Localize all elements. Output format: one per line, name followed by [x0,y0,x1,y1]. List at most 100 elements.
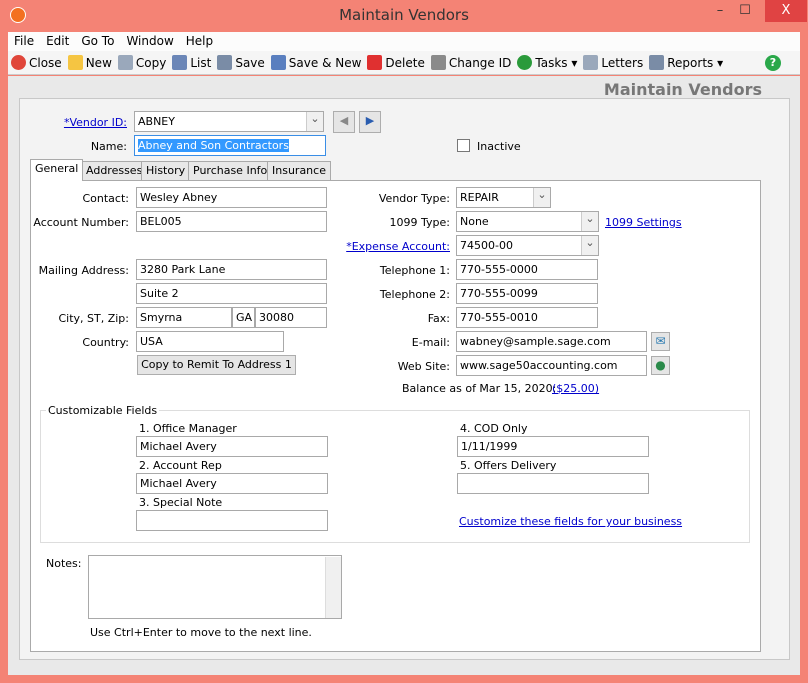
copy-button[interactable]: Copy [117,55,166,70]
custom-field4-label: 4. COD Only [460,422,528,435]
list-button[interactable]: List [172,55,211,70]
custom-field4-input[interactable]: 1/11/1999 [457,436,649,457]
notes-hint: Use Ctrl+Enter to move to the next line. [90,626,312,639]
reports-button[interactable]: Reports ▾ [649,55,723,70]
tab-addresses[interactable]: Addresses [81,161,148,180]
reports-icon [649,55,665,70]
name-value: Abney and Son Contractors [138,139,289,152]
account-number-field[interactable]: BEL005 [136,211,327,232]
menu-bar: File Edit Go To Window Help [8,32,800,51]
toolbar-label: Reports ▾ [667,55,724,70]
expense-account-field[interactable]: 74500-00 [456,235,599,256]
inactive-checkbox[interactable] [457,139,470,152]
tab-history[interactable]: History [141,161,191,180]
change-id-button[interactable]: Change ID [430,55,512,70]
vendor-type-field[interactable]: REPAIR [456,187,551,208]
toolbar-label: Close [29,55,62,70]
1099-type-field[interactable]: None [456,211,599,232]
page-heading: Maintain Vendors [603,80,762,99]
custom-field1-input[interactable]: Michael Avery [136,436,328,457]
account-number-label: Account Number: [33,216,129,229]
custom-field2-label: 2. Account Rep [139,459,222,472]
notes-field[interactable] [88,555,342,619]
email-label: E-mail: [411,336,450,349]
send-email-icon[interactable]: ✉ [651,332,670,351]
fax-field[interactable]: 770-555-0010 [456,307,598,328]
app-icon[interactable] [10,7,26,23]
custom-field3-input[interactable] [136,510,328,531]
telephone1-field[interactable]: 770-555-0000 [456,259,598,280]
tab-purchase-info[interactable]: Purchase Info [188,161,273,180]
custom-field1-label: 1. Office Manager [139,422,237,435]
website-label: Web Site: [397,360,450,373]
menu-edit[interactable]: Edit [46,32,69,51]
vendor-type-value: REPAIR [460,191,499,204]
1099-type-value: None [460,215,489,228]
name-label: Name: [90,140,127,153]
toolbar-label: Tasks ▾ [535,55,578,70]
contact-field[interactable]: Wesley Abney [136,187,327,208]
fax-label: Fax: [427,312,450,325]
vendor-id-field[interactable]: ABNEY [134,111,324,132]
title-bar: Maintain Vendors [0,0,808,32]
menu-help[interactable]: Help [186,32,213,51]
menu-window[interactable]: Window [126,32,173,51]
country-field[interactable]: USA [136,331,284,352]
delete-button[interactable]: Delete [367,55,425,70]
close-window-button[interactable]: X [765,0,807,22]
next-vendor-button[interactable]: ▶ [359,111,381,133]
customize-fields-link[interactable]: Customize these fields for your business [459,515,682,528]
save-button[interactable]: Save [217,55,265,70]
city-st-zip-label: City, ST, Zip: [58,312,129,325]
balance-label: Balance as of Mar 15, 2020: [402,382,557,395]
vendor-type-label: Vendor Type: [378,192,450,205]
state-field[interactable]: GA [232,307,255,328]
email-field[interactable]: wabney@sample.sage.com [456,331,647,352]
delete-icon [367,55,383,70]
customizable-fields-title: Customizable Fields [46,404,160,417]
maximize-button[interactable]: ☐ [730,0,760,22]
city-field[interactable]: Smyrna [136,307,232,328]
copy-to-remit-button[interactable]: Copy to Remit To Address 1 [137,355,296,375]
list-icon [172,55,188,70]
name-field[interactable]: Abney and Son Contractors [134,135,326,156]
mailing-address-label: Mailing Address: [38,264,129,277]
zip-field[interactable]: 30080 [255,307,327,328]
tasks-icon [517,55,533,70]
window-title: Maintain Vendors [339,6,469,24]
close-button[interactable]: Close [11,55,62,70]
address-line2-field[interactable]: Suite 2 [136,283,327,304]
help-icon[interactable]: ? [765,55,781,71]
save-new-button[interactable]: Save & New [270,55,362,70]
tasks-button[interactable]: Tasks ▾ [517,55,577,70]
custom-field5-input[interactable] [457,473,649,494]
save-icon [217,55,233,70]
notes-scrollbar[interactable] [325,557,341,618]
tab-general[interactable]: General [30,159,84,181]
1099-settings-link[interactable]: 1099 Settings [605,216,682,229]
website-field[interactable]: www.sage50accounting.com [456,355,647,376]
menu-go-to[interactable]: Go To [81,32,114,51]
new-button[interactable]: New [67,55,112,70]
menu-file[interactable]: File [14,32,34,51]
custom-field2-input[interactable]: Michael Avery [136,473,328,494]
letters-icon [583,55,599,70]
save-new-icon [270,55,286,70]
toolbar-label: Save [235,55,265,70]
address-line1-field[interactable]: 3280 Park Lane [136,259,327,280]
copy-icon [117,55,133,70]
toolbar: Close New Copy List Save Save & New Delete Chan… [8,51,800,75]
custom-field3-label: 3. Special Note [139,496,223,509]
previous-vendor-button[interactable]: ◀ [333,111,355,133]
telephone2-field[interactable]: 770-555-0099 [456,283,598,304]
expense-account-label[interactable]: *Expense Account: [346,240,450,253]
letters-button[interactable]: Letters [583,55,643,70]
tab-insurance[interactable]: Insurance [267,161,331,180]
toolbar-label: Change ID [448,55,512,70]
notes-label: Notes: [46,557,82,570]
toolbar-label: Delete [385,55,425,70]
balance-link[interactable]: ($25.00) [552,382,599,395]
toolbar-label: Save & New [288,55,362,70]
open-website-icon[interactable]: ● [651,356,670,375]
vendor-id-label[interactable]: *Vendor ID: [64,116,127,129]
